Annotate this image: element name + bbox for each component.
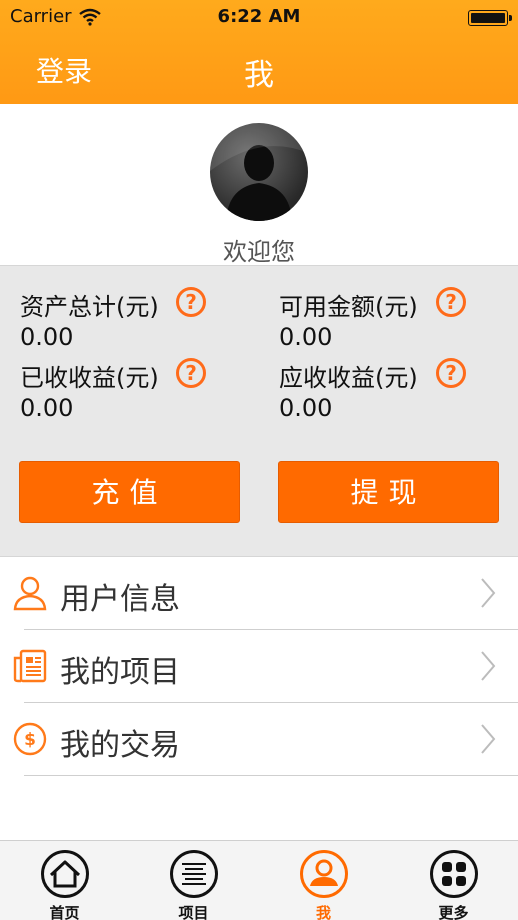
menu-item-label: 我的交易 (60, 728, 180, 763)
receivable-earnings-label: 应收收益(元) (279, 364, 418, 392)
tab-bar: 首页 项目 我 更多 (0, 840, 518, 920)
total-assets-label: 资产总计(元) (20, 293, 159, 321)
menu-item-label: 我的项目 (60, 655, 180, 690)
home-icon (40, 849, 90, 899)
avatar[interactable] (210, 123, 308, 221)
chevron-right-icon (480, 577, 496, 613)
chevron-right-icon (480, 650, 496, 686)
dollar-icon: $ (12, 721, 48, 757)
page-title: 我 (244, 58, 274, 93)
page: Carrier 6:22 AM 登录 我 欢迎您 资产总计(元) ? 0.00 … (0, 0, 518, 920)
menu-item-label: 用户信息 (60, 582, 180, 617)
recharge-button[interactable]: 充值 (19, 461, 240, 523)
chevron-right-icon (480, 723, 496, 759)
grid-icon (429, 849, 479, 899)
tab-projects[interactable]: 项目 (129, 841, 258, 920)
clock: 6:22 AM (217, 6, 301, 27)
withdraw-button[interactable]: 提现 (278, 461, 499, 523)
help-icon[interactable]: ? (176, 358, 206, 388)
menu-item-my-transactions[interactable]: $ 我的交易 (0, 703, 518, 776)
list-icon (169, 849, 219, 899)
person-icon (299, 849, 349, 899)
battery-icon (468, 10, 512, 26)
received-earnings-label: 已收收益(元) (20, 364, 159, 392)
available-balance-value: 0.00 (279, 323, 333, 351)
user-icon (12, 575, 48, 611)
tab-label: 我 (315, 904, 331, 920)
status-bar: Carrier 6:22 AM (0, 0, 518, 34)
tab-me[interactable]: 我 (259, 841, 388, 920)
account-summary-panel: 资产总计(元) ? 0.00 可用金额(元) ? 0.00 已收收益(元) ? … (0, 265, 518, 557)
total-assets-value: 0.00 (20, 323, 74, 351)
help-icon[interactable]: ? (176, 287, 206, 317)
help-icon[interactable]: ? (436, 287, 466, 317)
tab-label: 首页 (49, 904, 80, 920)
welcome-text: 欢迎您 (223, 238, 295, 266)
menu-item-my-projects[interactable]: 我的项目 (0, 630, 518, 703)
tab-label: 项目 (178, 904, 209, 920)
help-icon[interactable]: ? (436, 358, 466, 388)
login-button[interactable]: 登录 (36, 50, 92, 90)
receivable-earnings-value: 0.00 (279, 394, 333, 422)
available-balance-label: 可用金额(元) (279, 293, 418, 321)
tab-home[interactable]: 首页 (0, 841, 129, 920)
header: Carrier 6:22 AM 登录 我 (0, 0, 518, 104)
document-icon (12, 648, 48, 684)
menu-item-user-info[interactable]: 用户信息 (0, 557, 518, 630)
svg-text:$: $ (24, 730, 36, 750)
divider (24, 775, 518, 776)
received-earnings-value: 0.00 (20, 394, 74, 422)
tab-label: 更多 (438, 904, 469, 920)
tab-more[interactable]: 更多 (389, 841, 518, 920)
